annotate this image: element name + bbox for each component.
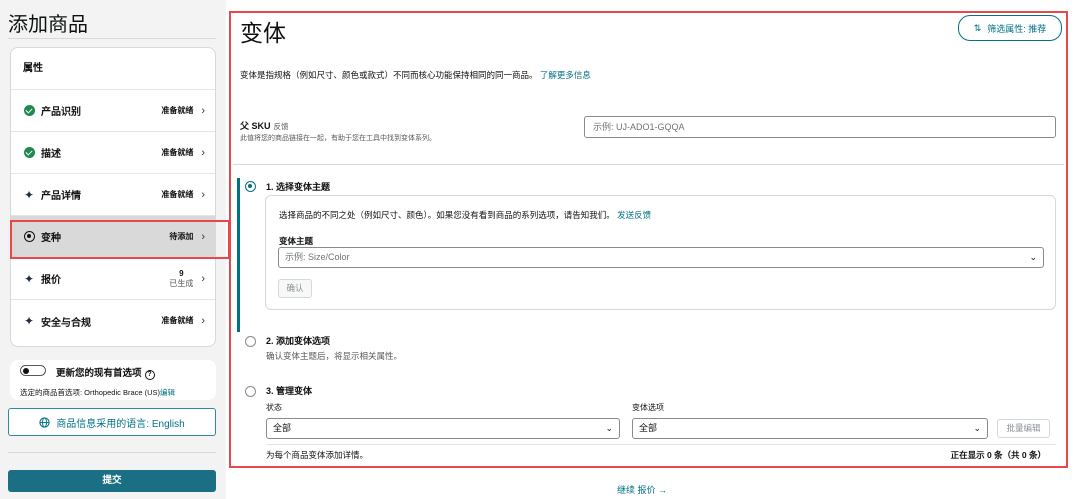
variants-count: 正在显示 0 条（共 0 条）	[950, 450, 1046, 460]
parent-sku-label: 父 SKU 反馈	[240, 121, 289, 131]
nav-item-product-details[interactable]: ✦ 产品详情 准备就绪 ›	[11, 174, 215, 216]
nav-item-label: 描述	[41, 149, 61, 160]
step2-subtitle: 确认变体主题后，将显示相关属性。	[266, 351, 403, 361]
learn-more-link[interactable]: 了解更多信息	[540, 70, 591, 80]
nav-item-label: 报价	[41, 275, 61, 286]
parent-sku-input[interactable]: 示例: UJ-ADO1-GQQA	[584, 116, 1056, 138]
continue-to-offer-link[interactable]: 继续 报价 →	[617, 483, 667, 496]
chevron-right-icon: ›	[201, 188, 205, 201]
step1-radio[interactable]	[245, 181, 256, 192]
divider	[8, 38, 216, 39]
nav-item-status: 准备就绪	[161, 147, 194, 157]
chevron-down-icon: ⌄	[973, 423, 981, 433]
edit-preferences-link[interactable]: 编辑	[160, 388, 175, 397]
nav-item-status: 9 已生成	[169, 269, 193, 289]
chevron-right-icon: ›	[201, 315, 205, 327]
nav-item-label: 产品识别	[41, 107, 81, 118]
submit-button[interactable]: 提交	[8, 470, 216, 492]
status-label: 状态	[266, 403, 282, 412]
filter-attributes-button[interactable]: ⇅ 筛选属性: 推荐	[958, 15, 1062, 41]
chevron-down-icon: ⌄	[1029, 252, 1037, 262]
check-circle-icon	[23, 105, 35, 117]
bulk-edit-button[interactable]: 批量编辑	[997, 419, 1050, 438]
theme-description: 选择商品的不同之处（例如尺寸、颜色）。如果您没有看到商品的系列选项，请告知我们。…	[279, 210, 652, 220]
nav-item-product-identity[interactable]: 产品识别 准备就绪 ›	[11, 90, 215, 132]
offer-count-sub: 已生成	[169, 278, 194, 288]
main-title: 变体	[240, 20, 286, 46]
feedback-link[interactable]: 反馈	[274, 122, 289, 131]
nav-item-status: 准备就绪	[161, 189, 194, 199]
step3-title: 3. 管理变体	[266, 386, 313, 396]
filter-icon: ⇅	[973, 22, 982, 33]
variant-options-select[interactable]: 全部 ⌄	[632, 418, 988, 439]
chevron-right-icon: ›	[201, 272, 205, 285]
selected-preferences: 选定的商品首选项: Orthopedic Brace (US)编辑	[20, 388, 176, 397]
nav-item-label: 产品详情	[41, 191, 81, 202]
parent-sku-help: 此值将您的商品链接在一起，有助于您在工具中找到变体系列。	[240, 135, 436, 142]
step2-title: 2. 添加变体选项	[266, 336, 331, 346]
chevron-right-icon: ›	[201, 104, 205, 117]
nav-item-label: 安全与合规	[41, 317, 91, 329]
page-title: 添加商品	[8, 14, 88, 36]
nav-item-status: 准备就绪	[161, 105, 194, 115]
status-select[interactable]: 全部 ⌄	[266, 418, 620, 439]
sparkle-icon: ✦	[23, 187, 35, 202]
nav-item-status: 准备就绪	[161, 316, 194, 325]
chevron-right-icon: ›	[201, 146, 205, 159]
section-divider	[233, 164, 1064, 165]
active-step-indicator	[237, 178, 240, 332]
preferences-toggle[interactable]	[20, 365, 46, 376]
filter-button-label: 筛选属性: 推荐	[987, 23, 1047, 34]
variant-theme-placeholder: 示例: Size/Color	[285, 252, 350, 262]
variant-theme-label: 变体主题	[279, 236, 314, 246]
variants-description: 变体是指规格（例如尺寸、颜色或款式）不同而核心功能保持相同的同一商品。 了解更多…	[240, 70, 591, 80]
table-divider	[266, 444, 1056, 445]
attributes-nav: 属性 产品识别 准备就绪 › 描述 准备就绪 › ✦ 产品详情 准备就绪 › 变…	[10, 47, 216, 347]
step2-radio[interactable]	[245, 336, 256, 347]
check-circle-icon	[23, 147, 35, 159]
sparkle-icon: ✦	[23, 314, 35, 328]
variants-footer-hint: 为每个商品变体添加详情。	[266, 450, 369, 460]
language-button[interactable]: 商品信息采用的语言: English	[8, 408, 216, 436]
globe-icon	[39, 416, 50, 428]
nav-item-description[interactable]: 描述 准备就绪 ›	[11, 132, 215, 174]
step3-radio[interactable]	[245, 386, 256, 397]
nav-item-safety-compliance[interactable]: ✦ 安全与合规 准备就绪 ›	[11, 300, 215, 342]
preferences-label: 更新您的现有首选项?	[56, 365, 155, 380]
variant-highlight-box	[10, 220, 230, 259]
status-value: 全部	[273, 423, 292, 433]
help-icon[interactable]: ?	[144, 370, 155, 380]
language-button-label: 商品信息采用的语言: English	[56, 418, 185, 430]
chevron-down-icon: ⌄	[605, 423, 613, 433]
confirm-button[interactable]: 确认	[278, 279, 312, 298]
offer-count: 9	[179, 268, 184, 278]
variant-options-value: 全部	[639, 423, 658, 433]
step1-title: 1. 选择变体主题	[266, 182, 331, 192]
divider	[8, 452, 216, 453]
send-feedback-link[interactable]: 发送反馈	[617, 210, 651, 220]
nav-item-offer[interactable]: ✦ 报价 9 已生成 ›	[11, 258, 215, 300]
sparkle-icon: ✦	[23, 271, 35, 286]
nav-header: 属性	[11, 48, 215, 90]
preferences-card: 更新您的现有首选项? 选定的商品首选项: Orthopedic Brace (U…	[10, 360, 216, 400]
variant-theme-select[interactable]: 示例: Size/Color ⌄	[278, 247, 1044, 268]
variant-options-label: 变体选项	[632, 403, 664, 412]
